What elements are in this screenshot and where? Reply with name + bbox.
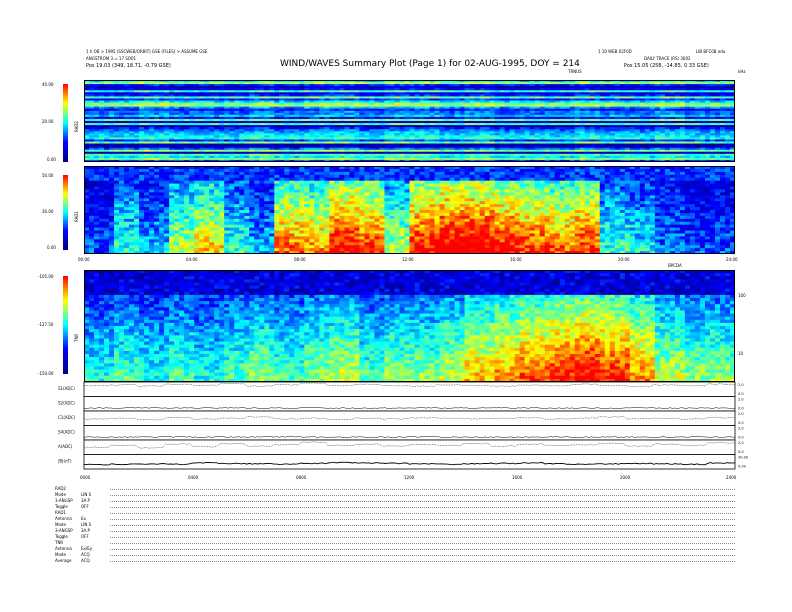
header-left-line3: Pos 19.03 (349, 18.71, -0.79 GSE) bbox=[86, 63, 171, 69]
rad2-colorbar bbox=[63, 84, 68, 162]
header-right-small: kHz bbox=[738, 69, 746, 74]
header-left-line2: ANGSTROM 3 = 17 SO01 bbox=[86, 56, 137, 61]
rad2-spectrogram bbox=[84, 80, 735, 162]
rad2-tick-top: 40.00 bbox=[42, 82, 54, 87]
header-right-line3: Pos 15.05 (258, -14.85, 0.33 GSE) bbox=[624, 63, 709, 69]
page-title: WIND/WAVES Summary Plot (Page 1) for 02-… bbox=[280, 59, 580, 69]
header-right-line1b: LIB BFC0B edu bbox=[696, 49, 726, 54]
header-left-line1: 1 h OB > 1995 (SSCWEB/ORBIT) GSE (FILES)… bbox=[86, 49, 208, 54]
rad2-tick-bottom: 0.00 bbox=[47, 157, 56, 162]
header-right-line2: DAILY TRACE (RS) 3002 bbox=[644, 56, 691, 61]
header-center-small: TRNUS bbox=[568, 69, 582, 74]
header-right-line1: 1 10 WEB 02F0D bbox=[598, 49, 632, 54]
rad2-tick-mid: 20.00 bbox=[42, 119, 54, 124]
rad2-label: RAD2 bbox=[74, 121, 79, 132]
